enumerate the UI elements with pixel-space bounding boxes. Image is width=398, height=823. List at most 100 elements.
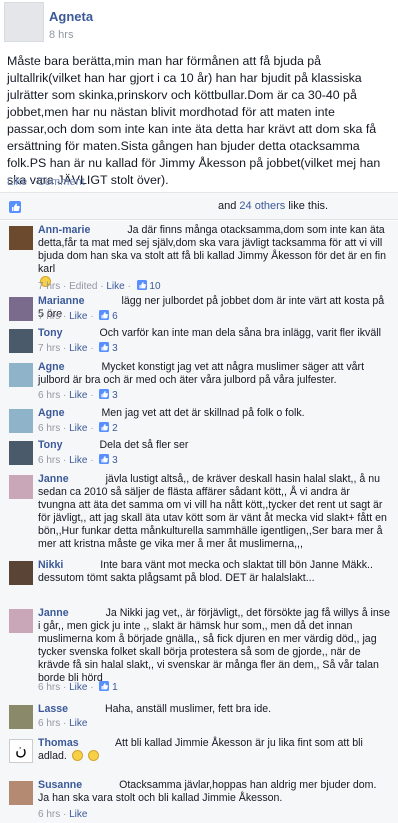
comment-like-link[interactable]: Like	[69, 343, 87, 354]
comment-like-link[interactable]: Like	[69, 423, 87, 434]
comment: Agne Men jag vet att det är skillnad på …	[0, 407, 398, 434]
comment-text: Att bli kallad Jimmie Åkesson är ju lika…	[38, 737, 363, 762]
comment-meta: 6 hrs · Like · 2	[38, 422, 118, 434]
commenter-name[interactable]: Thomas	[38, 737, 79, 749]
thumbs-up-icon	[9, 201, 21, 213]
post-actions: Like · Comment	[7, 176, 85, 188]
commenter-avatar[interactable]: ن	[9, 739, 33, 763]
comment-time[interactable]: 6 hrs	[38, 390, 60, 401]
comment-like-link[interactable]: Like	[69, 455, 87, 466]
comment-body: Tony Dela det så fler ser	[38, 439, 390, 452]
comment-text: Haha, anställ muslimer, fett bra ide.	[105, 703, 272, 715]
comment-like-link[interactable]: Like	[106, 281, 124, 292]
comment-link[interactable]: Comment	[37, 176, 85, 188]
post-author[interactable]: Agneta	[49, 9, 93, 24]
smiley-emoticon-icon	[71, 750, 83, 761]
comment-body: Nikki Inte bara vänt mot mecka och slakt…	[38, 559, 390, 585]
comment-like-count[interactable]: 3	[112, 390, 118, 401]
thumbs-up-icon	[136, 280, 147, 290]
comment: Tony Dela det så fler ser 6 hrs · Like ·…	[0, 439, 398, 466]
comment-time[interactable]: 6 hrs	[38, 809, 60, 820]
comment: Lasse Haha, anställ muslimer, fett bra i…	[0, 703, 398, 729]
comment-time[interactable]: 6 hrs	[38, 682, 60, 693]
commenter-avatar[interactable]	[9, 409, 33, 433]
comment: Agne Mycket konstigt jag vet att några m…	[0, 361, 398, 401]
comment: Susanne Otacksamma jävlar,hoppas han ald…	[0, 779, 398, 820]
commenter-name[interactable]: Agne	[38, 361, 64, 373]
commenter-avatar[interactable]	[9, 226, 33, 250]
comment-like-count[interactable]: 3	[112, 455, 118, 466]
commenter-avatar[interactable]	[9, 297, 33, 321]
edited-label[interactable]: Edited	[69, 281, 97, 292]
commenter-name[interactable]: Nikki	[38, 559, 63, 571]
comment-text: Och varför kan inte man dela såna bra in…	[99, 327, 381, 339]
likes-text: and 24 others like this.	[218, 200, 328, 212]
facebook-post: Agneta 8 hrs Måste bara berätta,min man …	[0, 0, 398, 823]
comment: Janne jävla lustigt altså,, de kräver de…	[0, 473, 398, 551]
comment-text: Mycket konstigt jag vet att några muslim…	[38, 361, 365, 386]
commenter-name[interactable]: Marianne	[38, 295, 85, 307]
comment-like-link[interactable]: Like	[69, 311, 87, 322]
comment-body: Janne jävla lustigt altså,, de kräver de…	[38, 473, 390, 551]
comment-like-link[interactable]: Like	[69, 390, 87, 401]
comment-like-link[interactable]: Like	[69, 682, 87, 693]
post-text: Måste bara berätta,min man har förmånen …	[7, 54, 381, 187]
thumbs-up-icon	[99, 342, 110, 352]
comment-time[interactable]: 6 hrs	[38, 423, 60, 434]
commenter-avatar[interactable]	[9, 441, 33, 465]
likes-others-link[interactable]: 24 others	[239, 200, 285, 212]
commenter-avatar[interactable]	[9, 609, 33, 633]
commenter-avatar[interactable]	[9, 329, 33, 353]
commenter-name[interactable]: Janne	[38, 473, 69, 485]
comment-text: Men jag vet att det är skillnad på folk …	[101, 407, 305, 419]
comment-text: Otacksamma jävlar,hoppas han aldrig mer …	[38, 779, 377, 804]
comment: Nikki Inte bara vänt mot mecka och slakt…	[0, 559, 398, 599]
commenter-avatar[interactable]	[9, 781, 33, 805]
comment-body: Lasse Haha, anställ muslimer, fett bra i…	[38, 703, 390, 716]
likes-suffix: like this.	[288, 200, 329, 212]
comment-time[interactable]: 6 hrs	[38, 455, 60, 466]
thumbs-up-icon	[99, 681, 110, 691]
comment-time[interactable]: 6 hrs	[38, 718, 60, 729]
commenter-avatar[interactable]	[9, 705, 33, 729]
like-link[interactable]: Like	[7, 176, 27, 188]
commenter-name[interactable]: Susanne	[38, 779, 82, 791]
comment-meta: 6 hrs · Like · 1	[38, 681, 118, 693]
comment-like-count[interactable]: 6	[112, 311, 118, 322]
action-separator: ·	[30, 176, 37, 188]
comment-meta: 7 hrs · Edited · Like · 10	[38, 280, 161, 292]
commenter-name[interactable]: Lasse	[38, 703, 68, 715]
smiley-emoticon-icon	[87, 750, 99, 761]
comment-like-count[interactable]: 1	[112, 682, 118, 693]
comment-like-link[interactable]: Like	[69, 718, 87, 729]
commenter-name[interactable]: Ann-marie	[38, 224, 90, 236]
comment-time[interactable]: 7 hrs	[38, 281, 60, 292]
comment-text: Inte bara vänt mot mecka och slaktat til…	[38, 559, 373, 584]
commenter-avatar[interactable]	[9, 475, 33, 499]
comment-like-count[interactable]: 2	[112, 423, 118, 434]
comment-time[interactable]: 7 hrs	[38, 343, 60, 354]
comment-text: Dela det så fler ser	[99, 439, 189, 451]
thumbs-up-icon	[99, 422, 110, 432]
comment-body: Thomas Att bli kallad Jimmie Åkesson är …	[38, 737, 390, 763]
commenter-avatar[interactable]	[9, 561, 33, 585]
comment-meta: 6 hrs · Like	[38, 809, 88, 820]
comment-text: jävla lustigt altså,, de kräver deskall …	[38, 473, 387, 550]
thumbs-up-icon	[99, 454, 110, 464]
comment: Janne Ja Nikki jag vet,, är förjävligt,,…	[0, 607, 398, 693]
comment-time[interactable]: 7 hrs	[38, 311, 60, 322]
comment-text: Ja där finns många otacksamma,dom som in…	[38, 224, 387, 275]
comment-like-count[interactable]: 10	[149, 281, 160, 292]
comment-like-link[interactable]: Like	[69, 809, 87, 820]
commenter-name[interactable]: Janne	[38, 607, 69, 619]
comment-like-count[interactable]: 3	[112, 343, 118, 354]
author-avatar[interactable]	[4, 2, 44, 42]
comment-body: Susanne Otacksamma jävlar,hoppas han ald…	[38, 779, 390, 805]
likes-prefix: and	[218, 200, 237, 212]
commenter-name[interactable]: Tony	[38, 439, 63, 451]
commenter-avatar[interactable]	[9, 363, 33, 387]
commenter-name[interactable]: Tony	[38, 327, 63, 339]
post-time[interactable]: 8 hrs	[49, 29, 73, 41]
comment-meta: 6 hrs · Like · 3	[38, 454, 118, 466]
commenter-name[interactable]: Agne	[38, 407, 64, 419]
